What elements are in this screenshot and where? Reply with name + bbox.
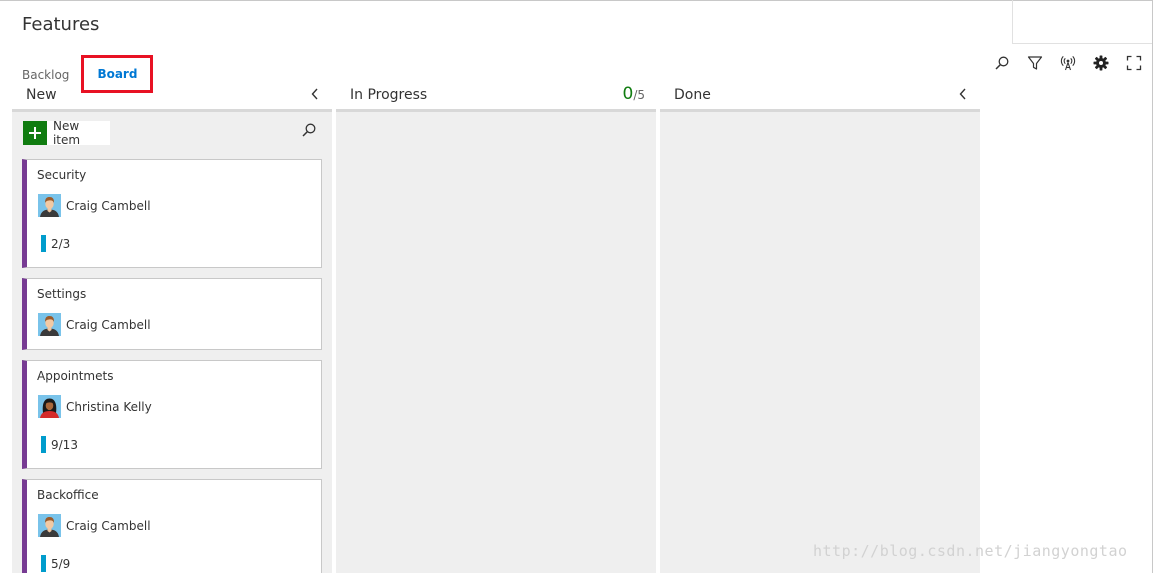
child-progress: 5/9	[41, 555, 70, 572]
wip-limit-indicator: 0/5	[622, 84, 645, 104]
search-icon[interactable]	[985, 53, 1018, 73]
child-progress: 2/3	[41, 235, 70, 252]
column-header-done: Done	[660, 84, 980, 112]
avatar	[38, 194, 61, 217]
card-security[interactable]: Security Craig Cambell 2/3	[22, 159, 322, 268]
card-title: Settings	[37, 287, 87, 301]
assignee-name: Craig Cambell	[66, 317, 151, 332]
progress-bar	[41, 235, 46, 252]
card-settings[interactable]: Settings Craig Cambell	[22, 278, 322, 350]
card-title: Security	[37, 168, 87, 182]
search-icon[interactable]	[301, 122, 317, 142]
column-header-in-progress: In Progress 0/5	[336, 84, 656, 112]
card-assignee[interactable]: Christina Kelly	[38, 395, 152, 418]
progress-text: 9/13	[51, 437, 78, 452]
avatar	[38, 313, 61, 336]
fullscreen-icon[interactable]	[1117, 53, 1150, 73]
assignee-name: Craig Cambell	[66, 198, 151, 213]
settings-icon[interactable]	[1084, 53, 1117, 73]
new-item-label: New item	[52, 119, 81, 147]
card-title: Appointmets	[37, 369, 114, 383]
watermark: http://blog.csdn.net/jiangyongtao	[813, 542, 1128, 560]
column-title-done: Done	[674, 87, 711, 103]
column-title-in-progress: In Progress	[350, 87, 428, 103]
filter-icon[interactable]	[1018, 53, 1051, 73]
board-toolbar	[985, 53, 1150, 73]
progress-bar	[41, 436, 46, 453]
assignee-name: Christina Kelly	[66, 399, 152, 414]
header-right-panel	[1012, 0, 1153, 44]
progress-bar	[41, 555, 46, 572]
assignee-name: Craig Cambell	[66, 518, 151, 533]
card-assignee[interactable]: Craig Cambell	[38, 194, 151, 217]
column-done	[660, 112, 980, 573]
page-title: Features	[22, 14, 100, 35]
chevron-left-icon[interactable]	[958, 87, 968, 105]
tab-backlog[interactable]: Backlog	[22, 68, 69, 82]
card-assignee[interactable]: Craig Cambell	[38, 514, 151, 537]
column-in-progress	[336, 112, 656, 573]
chevron-left-icon[interactable]	[310, 87, 320, 105]
card-title: Backoffice	[37, 488, 99, 502]
card-appointmets[interactable]: Appointmets Christina Kelly 9/13	[22, 360, 322, 469]
wip-count: 0	[622, 84, 634, 104]
progress-text: 2/3	[51, 236, 71, 251]
new-item-button[interactable]: New item	[23, 119, 110, 147]
wip-limit: /5	[633, 88, 645, 102]
avatar	[38, 514, 61, 537]
live-updates-icon[interactable]	[1051, 53, 1084, 73]
window-top-border	[0, 0, 1153, 1]
column-title-new: New	[26, 87, 57, 103]
card-backoffice[interactable]: Backoffice Craig Cambell 5/9	[22, 479, 322, 573]
plus-icon	[23, 121, 47, 145]
avatar	[38, 395, 61, 418]
progress-text: 5/9	[51, 556, 71, 571]
column-header-new: New	[12, 84, 332, 112]
child-progress: 9/13	[41, 436, 78, 453]
card-assignee[interactable]: Craig Cambell	[38, 313, 151, 336]
